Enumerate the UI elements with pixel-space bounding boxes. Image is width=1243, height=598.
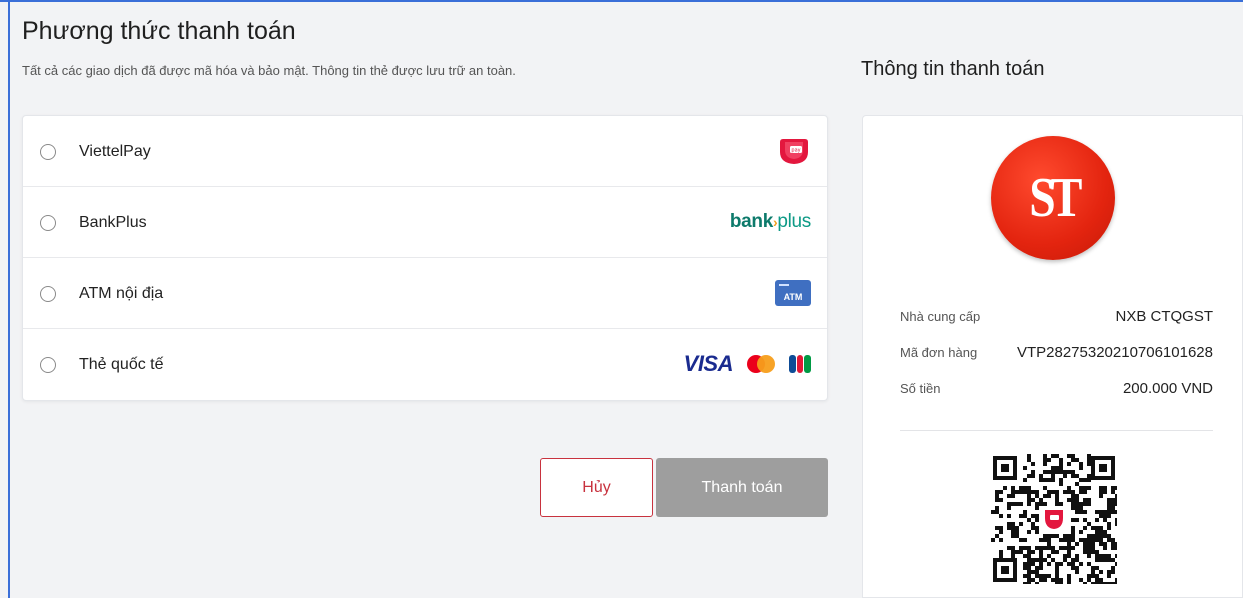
mastercard-logo-icon	[747, 355, 775, 373]
method-label: ATM nội địa	[79, 285, 164, 302]
payment-info-title: Thông tin thanh toán	[861, 58, 1045, 80]
divider	[900, 430, 1213, 431]
method-label: BankPlus	[79, 214, 147, 231]
payment-method-viettelpay[interactable]: ViettelPay pay	[23, 116, 827, 187]
amount-value: 200.000 VND	[1122, 380, 1213, 397]
svg-text:pay: pay	[791, 148, 800, 154]
order-row: Mã đơn hàng VTP28275320210706101628	[900, 344, 1213, 361]
payment-method-bankplus[interactable]: BankPlus bank›plus	[23, 187, 827, 258]
payment-method-international-card[interactable]: Thẻ quốc tế VISA	[23, 329, 827, 400]
payment-method-atm[interactable]: ATM nội địa ATM	[23, 258, 827, 329]
provider-value: NXB CTQGST	[1115, 308, 1213, 325]
method-label: Thẻ quốc tế	[79, 356, 164, 373]
order-value: VTP28275320210706101628	[1016, 344, 1213, 361]
amount-row: Số tiền 200.000 VND	[900, 380, 1213, 397]
window-top-border	[0, 0, 1243, 2]
visa-logo-icon: VISA	[683, 351, 734, 376]
page-subtitle: Tất cả các giao dịch đã được mã hóa và b…	[22, 63, 516, 78]
provider-row: Nhà cung cấp NXB CTQGST	[900, 308, 1213, 325]
radio-international-card[interactable]	[40, 357, 56, 373]
method-label: ViettelPay	[79, 143, 151, 160]
payment-method-list: ViettelPay pay BankPlus bank›plus ATM nộ…	[22, 115, 828, 401]
order-label: Mã đơn hàng	[900, 345, 978, 360]
bankplus-logo-icon: bank›plus	[729, 211, 811, 232]
radio-atm[interactable]	[40, 286, 56, 302]
radio-viettelpay[interactable]	[40, 144, 56, 160]
cancel-button[interactable]: Hủy	[540, 458, 653, 517]
provider-label: Nhà cung cấp	[900, 309, 981, 324]
pay-button[interactable]: Thanh toán	[656, 458, 828, 517]
viettelpay-logo-icon: pay	[777, 137, 811, 165]
window-left-border	[8, 0, 10, 598]
jcb-logo-icon	[789, 355, 812, 373]
qr-code-icon	[991, 454, 1117, 584]
radio-bankplus[interactable]	[40, 215, 56, 231]
page-title: Phương thức thanh toán	[22, 17, 296, 45]
payment-info-card: ST Nhà cung cấp NXB CTQGST Mã đơn hàng V…	[862, 115, 1243, 598]
amount-label: Số tiền	[900, 381, 941, 396]
atm-card-icon: ATM	[775, 280, 811, 306]
merchant-logo: ST	[991, 136, 1115, 260]
